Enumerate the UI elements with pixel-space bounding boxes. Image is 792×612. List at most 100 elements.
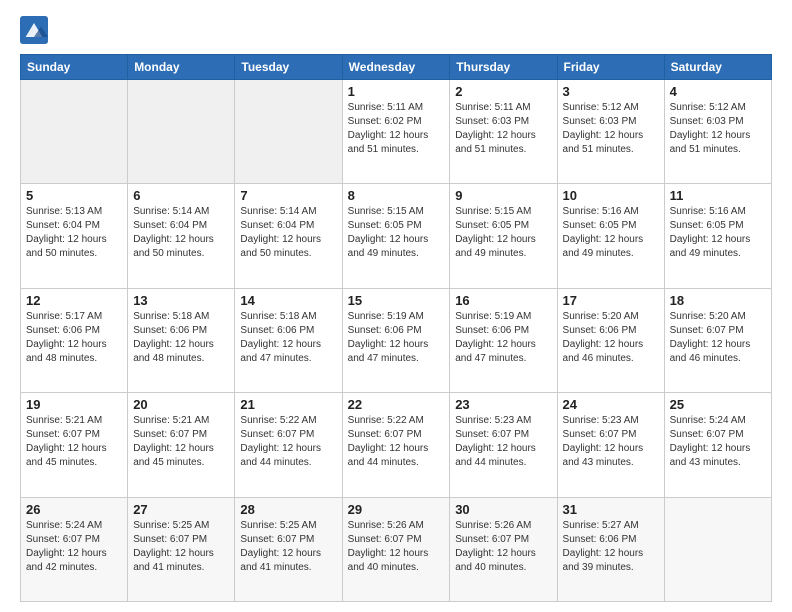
calendar-cell: 7 Sunrise: 5:14 AM Sunset: 6:04 PM Daylig… [235,184,342,288]
header-day-friday: Friday [557,55,664,80]
calendar-cell: 16 Sunrise: 5:19 AM Sunset: 6:06 PM Dayli… [450,288,557,392]
day-number: 9 [455,188,551,203]
calendar-cell: 24 Sunrise: 5:23 AM Sunset: 6:07 PM Dayli… [557,393,664,497]
day-info: Sunrise: 5:16 AM Sunset: 6:05 PM Dayligh… [670,205,766,261]
header-day-saturday: Saturday [664,55,771,80]
day-info: Sunrise: 5:26 AM Sunset: 6:07 PM Dayligh… [348,519,445,575]
calendar-cell: 30 Sunrise: 5:26 AM Sunset: 6:07 PM Dayli… [450,497,557,601]
day-number: 7 [240,188,336,203]
day-number: 5 [26,188,122,203]
day-info: Sunrise: 5:15 AM Sunset: 6:05 PM Dayligh… [348,205,445,261]
calendar-cell: 15 Sunrise: 5:19 AM Sunset: 6:06 PM Dayli… [342,288,450,392]
day-number: 14 [240,293,336,308]
day-info: Sunrise: 5:14 AM Sunset: 6:04 PM Dayligh… [240,205,336,261]
day-number: 18 [670,293,766,308]
day-info: Sunrise: 5:11 AM Sunset: 6:02 PM Dayligh… [348,101,445,157]
calendar-cell: 13 Sunrise: 5:18 AM Sunset: 6:06 PM Dayli… [128,288,235,392]
calendar-cell: 31Sunrise: 5:27 AM Sunset: 6:06 PM Dayli… [557,497,664,601]
week-row-0: 1 Sunrise: 5:11 AM Sunset: 6:02 PM Daylig… [21,80,772,184]
calendar-cell: 12 Sunrise: 5:17 AM Sunset: 6:06 PM Dayli… [21,288,128,392]
calendar-cell [664,497,771,601]
calendar-cell: 5 Sunrise: 5:13 AM Sunset: 6:04 PM Daylig… [21,184,128,288]
calendar-cell: 3 Sunrise: 5:12 AM Sunset: 6:03 PM Daylig… [557,80,664,184]
calendar-cell: 10Sunrise: 5:16 AM Sunset: 6:05 PM Dayli… [557,184,664,288]
week-row-2: 12 Sunrise: 5:17 AM Sunset: 6:06 PM Dayli… [21,288,772,392]
calendar-cell: 8 Sunrise: 5:15 AM Sunset: 6:05 PM Daylig… [342,184,450,288]
day-number: 24 [563,397,659,412]
day-number: 8 [348,188,445,203]
day-number: 12 [26,293,122,308]
calendar-cell [235,80,342,184]
day-number: 30 [455,502,551,517]
calendar-cell: 11 Sunrise: 5:16 AM Sunset: 6:05 PM Dayli… [664,184,771,288]
day-number: 26 [26,502,122,517]
day-info: Sunrise: 5:20 AM Sunset: 6:07 PM Dayligh… [670,310,766,366]
day-info: Sunrise: 5:18 AM Sunset: 6:06 PM Dayligh… [240,310,336,366]
calendar-cell: 4 Sunrise: 5:12 AM Sunset: 6:03 PM Daylig… [664,80,771,184]
week-row-1: 5 Sunrise: 5:13 AM Sunset: 6:04 PM Daylig… [21,184,772,288]
header-day-tuesday: Tuesday [235,55,342,80]
calendar-cell: 23 Sunrise: 5:23 AM Sunset: 6:07 PM Dayli… [450,393,557,497]
calendar-cell: 21Sunrise: 5:22 AM Sunset: 6:07 PM Dayli… [235,393,342,497]
day-number: 25 [670,397,766,412]
day-info: Sunrise: 5:18 AM Sunset: 6:06 PM Dayligh… [133,310,229,366]
day-number: 23 [455,397,551,412]
day-number: 11 [670,188,766,203]
calendar-cell: 22 Sunrise: 5:22 AM Sunset: 6:07 PM Dayli… [342,393,450,497]
day-info: Sunrise: 5:19 AM Sunset: 6:06 PM Dayligh… [348,310,445,366]
day-number: 17 [563,293,659,308]
calendar-cell: 14 Sunrise: 5:18 AM Sunset: 6:06 PM Dayli… [235,288,342,392]
day-info: Sunrise: 5:25 AM Sunset: 6:07 PM Dayligh… [240,519,336,575]
day-info: Sunrise: 5:21 AM Sunset: 6:07 PM Dayligh… [133,414,229,470]
day-number: 16 [455,293,551,308]
calendar-cell: 26 Sunrise: 5:24 AM Sunset: 6:07 PM Dayli… [21,497,128,601]
calendar-cell: 25 Sunrise: 5:24 AM Sunset: 6:07 PM Dayli… [664,393,771,497]
day-number: 13 [133,293,229,308]
day-info: Sunrise: 5:20 AM Sunset: 6:06 PM Dayligh… [563,310,659,366]
day-info: Sunrise: 5:22 AM Sunset: 6:07 PM Dayligh… [348,414,445,470]
day-number: 3 [563,84,659,99]
day-info: Sunrise: 5:24 AM Sunset: 6:07 PM Dayligh… [670,414,766,470]
day-number: 6 [133,188,229,203]
calendar-cell: 6 Sunrise: 5:14 AM Sunset: 6:04 PM Daylig… [128,184,235,288]
day-number: 22 [348,397,445,412]
day-number: 15 [348,293,445,308]
day-info: Sunrise: 5:23 AM Sunset: 6:07 PM Dayligh… [563,414,659,470]
day-info: Sunrise: 5:26 AM Sunset: 6:07 PM Dayligh… [455,519,551,575]
day-info: Sunrise: 5:12 AM Sunset: 6:03 PM Dayligh… [670,101,766,157]
calendar-cell: 1 Sunrise: 5:11 AM Sunset: 6:02 PM Daylig… [342,80,450,184]
calendar-cell: 27Sunrise: 5:25 AM Sunset: 6:07 PM Dayli… [128,497,235,601]
page: SundayMondayTuesdayWednesdayThursdayFrid… [0,0,792,612]
day-number: 20 [133,397,229,412]
day-info: Sunrise: 5:27 AM Sunset: 6:06 PM Dayligh… [563,519,659,575]
header-day-monday: Monday [128,55,235,80]
day-number: 10 [563,188,659,203]
day-info: Sunrise: 5:12 AM Sunset: 6:03 PM Dayligh… [563,101,659,157]
day-info: Sunrise: 5:21 AM Sunset: 6:07 PM Dayligh… [26,414,122,470]
day-number: 2 [455,84,551,99]
day-number: 4 [670,84,766,99]
header-row: SundayMondayTuesdayWednesdayThursdayFrid… [21,55,772,80]
day-number: 28 [240,502,336,517]
calendar-cell: 29Sunrise: 5:26 AM Sunset: 6:07 PM Dayli… [342,497,450,601]
day-info: Sunrise: 5:25 AM Sunset: 6:07 PM Dayligh… [133,519,229,575]
calendar-cell: 2 Sunrise: 5:11 AM Sunset: 6:03 PM Daylig… [450,80,557,184]
week-row-3: 19Sunrise: 5:21 AM Sunset: 6:07 PM Dayli… [21,393,772,497]
calendar-cell: 19Sunrise: 5:21 AM Sunset: 6:07 PM Dayli… [21,393,128,497]
day-info: Sunrise: 5:19 AM Sunset: 6:06 PM Dayligh… [455,310,551,366]
day-info: Sunrise: 5:11 AM Sunset: 6:03 PM Dayligh… [455,101,551,157]
day-info: Sunrise: 5:15 AM Sunset: 6:05 PM Dayligh… [455,205,551,261]
calendar-cell: 18 Sunrise: 5:20 AM Sunset: 6:07 PM Dayli… [664,288,771,392]
logo-icon [20,16,48,44]
week-row-4: 26 Sunrise: 5:24 AM Sunset: 6:07 PM Dayli… [21,497,772,601]
day-info: Sunrise: 5:14 AM Sunset: 6:04 PM Dayligh… [133,205,229,261]
day-number: 1 [348,84,445,99]
day-info: Sunrise: 5:23 AM Sunset: 6:07 PM Dayligh… [455,414,551,470]
calendar-cell: 9 Sunrise: 5:15 AM Sunset: 6:05 PM Daylig… [450,184,557,288]
day-info: Sunrise: 5:24 AM Sunset: 6:07 PM Dayligh… [26,519,122,575]
header [20,16,772,44]
day-info: Sunrise: 5:13 AM Sunset: 6:04 PM Dayligh… [26,205,122,261]
logo [20,16,52,44]
day-info: Sunrise: 5:17 AM Sunset: 6:06 PM Dayligh… [26,310,122,366]
calendar-cell: 17 Sunrise: 5:20 AM Sunset: 6:06 PM Dayli… [557,288,664,392]
